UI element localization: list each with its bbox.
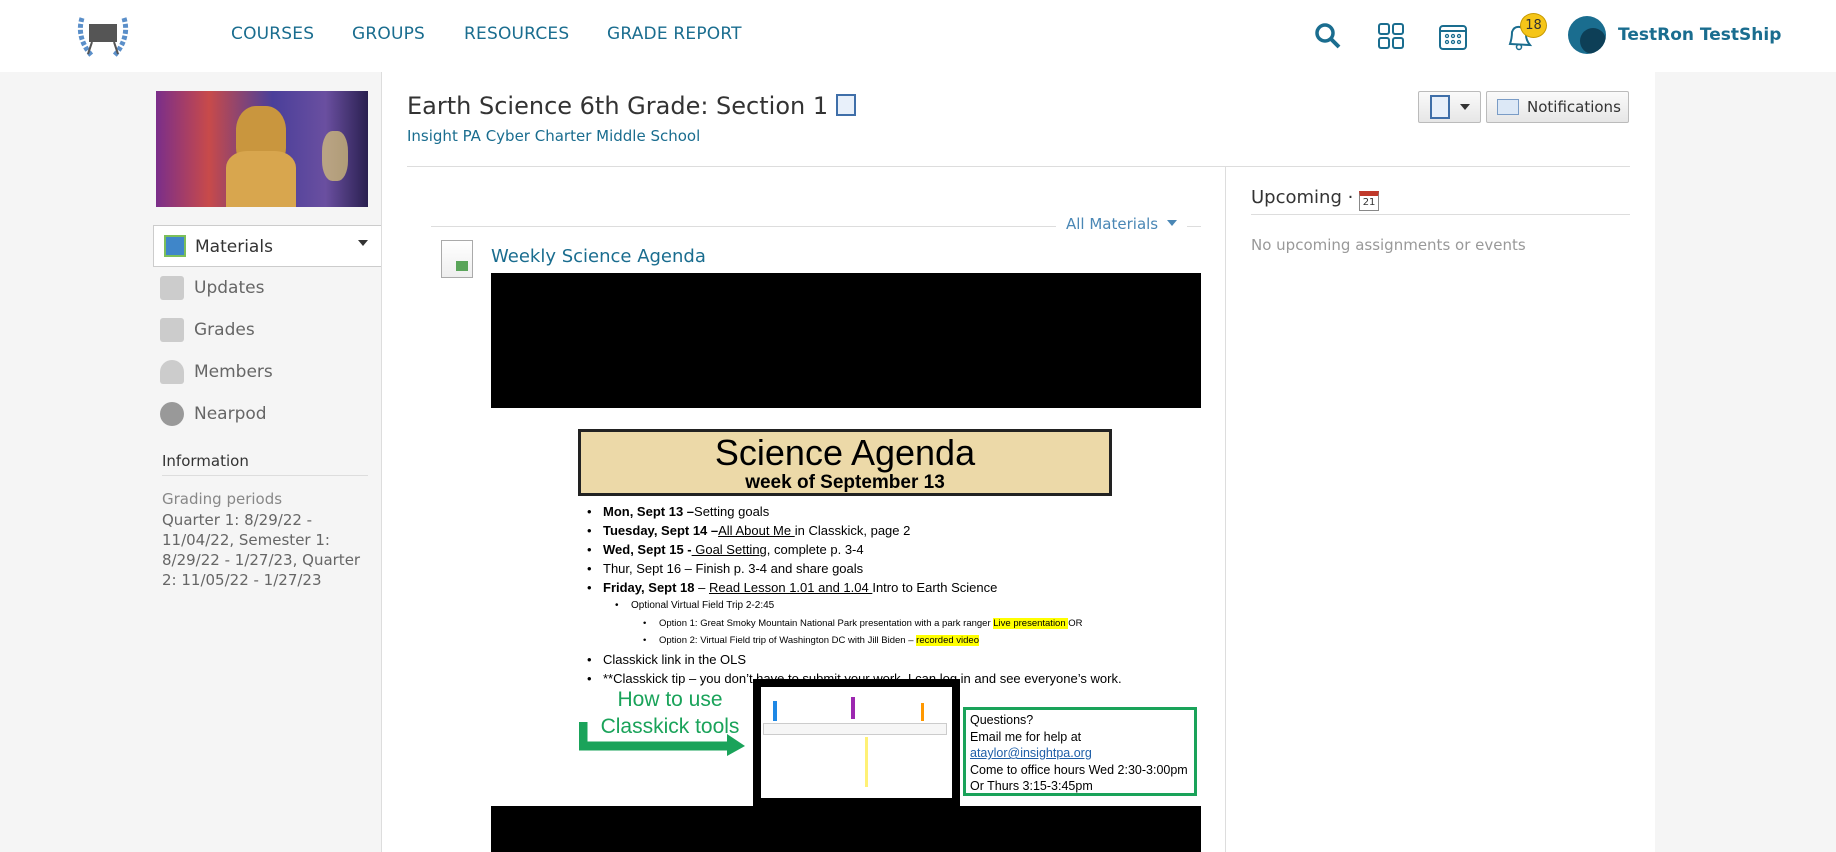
sidebar-item-updates[interactable]: Updates — [160, 270, 264, 306]
slide-banner: Science Agenda week of September 13 — [578, 429, 1112, 496]
nav-groups[interactable]: GROUPS — [352, 24, 425, 44]
sidebar-item-label: Members — [194, 362, 273, 382]
notification-badge[interactable]: 18 — [1520, 13, 1547, 38]
sidebar-item-materials[interactable]: Materials — [153, 225, 382, 267]
school-link[interactable]: Insight PA Cyber Charter Middle School — [407, 127, 700, 145]
course-options-button[interactable] — [1418, 91, 1481, 123]
agenda-item: Friday, Sept 18 – Read Lesson 1.01 and 1… — [587, 580, 997, 595]
classkick-screenshot — [753, 679, 960, 806]
envelope-icon — [1497, 99, 1519, 115]
page-title: Earth Science 6th Grade: Section 1 — [407, 92, 856, 120]
user-avatar[interactable] — [1568, 16, 1606, 54]
chevron-down-icon[interactable] — [358, 240, 368, 246]
grading-periods-label: Grading periods — [162, 490, 283, 508]
agenda-item: Classkick link in the OLS — [587, 652, 746, 667]
caret-down-icon — [1459, 104, 1470, 110]
updates-icon — [160, 276, 184, 300]
nav-courses[interactable]: COURSES — [231, 24, 314, 44]
calendar-icon[interactable] — [1437, 20, 1469, 52]
nav-grade-report[interactable]: GRADE REPORT — [607, 24, 742, 44]
agenda-item: Tuesday, Sept 14 –All About Me in Classk… — [587, 523, 910, 538]
slide-title: Science Agenda — [714, 432, 976, 473]
sidebar-item-label: Nearpod — [194, 404, 267, 424]
slide-subtitle: week of September 13 — [745, 472, 945, 493]
sidebar-item-members[interactable]: Members — [160, 354, 273, 390]
material-title-link[interactable]: Weekly Science Agenda — [491, 246, 706, 267]
sidebar-item-nearpod[interactable]: Nearpod — [160, 396, 267, 432]
caret-down-icon — [1166, 220, 1177, 226]
nav-resources[interactable]: RESOURCES — [464, 24, 569, 44]
sidebar-item-grades[interactable]: Grades — [160, 312, 255, 348]
members-icon — [160, 360, 184, 384]
notebook-icon — [1429, 95, 1450, 119]
user-name[interactable]: TestRon TestShip — [1618, 25, 1781, 45]
nearpod-icon — [160, 402, 184, 426]
agenda-option: Option 2: Virtual Field trip of Washingt… — [643, 635, 980, 646]
agenda-item: Thur, Sept 16 – Finish p. 3-4 and share … — [587, 561, 863, 576]
agenda-subitem: Optional Virtual Field Trip 2-2:45 — [615, 600, 774, 611]
search-icon[interactable] — [1312, 20, 1344, 52]
notifications-button[interactable]: Notifications — [1486, 91, 1629, 123]
all-materials-filter[interactable]: All Materials — [1056, 215, 1187, 233]
upcoming-heading: Upcoming · 21 — [1251, 187, 1380, 211]
materials-icon — [164, 235, 186, 257]
agenda-item: Mon, Sept 13 –Setting goals — [587, 504, 769, 519]
green-arrow-icon — [579, 722, 745, 756]
email-link[interactable]: ataylor@insightpa.org — [970, 745, 1190, 762]
apps-grid-icon[interactable] — [1375, 20, 1407, 52]
sidebar-item-label: Materials — [195, 237, 273, 257]
sidebar-item-label: Updates — [194, 278, 265, 298]
upcoming-empty: No upcoming assignments or events — [1251, 236, 1526, 254]
calendar-icon[interactable]: 21 — [1359, 191, 1380, 211]
agenda-slide: Science Agenda week of September 13 Mon,… — [491, 408, 1201, 806]
top-header: COURSES GROUPS RESOURCES GRADE REPORT 18… — [0, 0, 1836, 72]
agenda-option: Option 1: Great Smoky Mountain National … — [643, 618, 1083, 629]
document-icon — [441, 240, 473, 278]
agenda-item: Wed, Sept 15 - Goal Setting, complete p.… — [587, 542, 864, 557]
grading-periods-text: Quarter 1: 8/29/22 - 11/04/22, Semester … — [162, 511, 361, 589]
grades-icon — [160, 318, 184, 342]
questions-box: Questions? Email me for help at ataylor@… — [963, 707, 1197, 796]
sidebar-item-label: Grades — [194, 320, 255, 340]
info-heading: Information — [162, 452, 249, 470]
school-logo[interactable] — [72, 8, 134, 62]
notebook-icon — [835, 94, 856, 116]
course-image — [156, 91, 368, 207]
